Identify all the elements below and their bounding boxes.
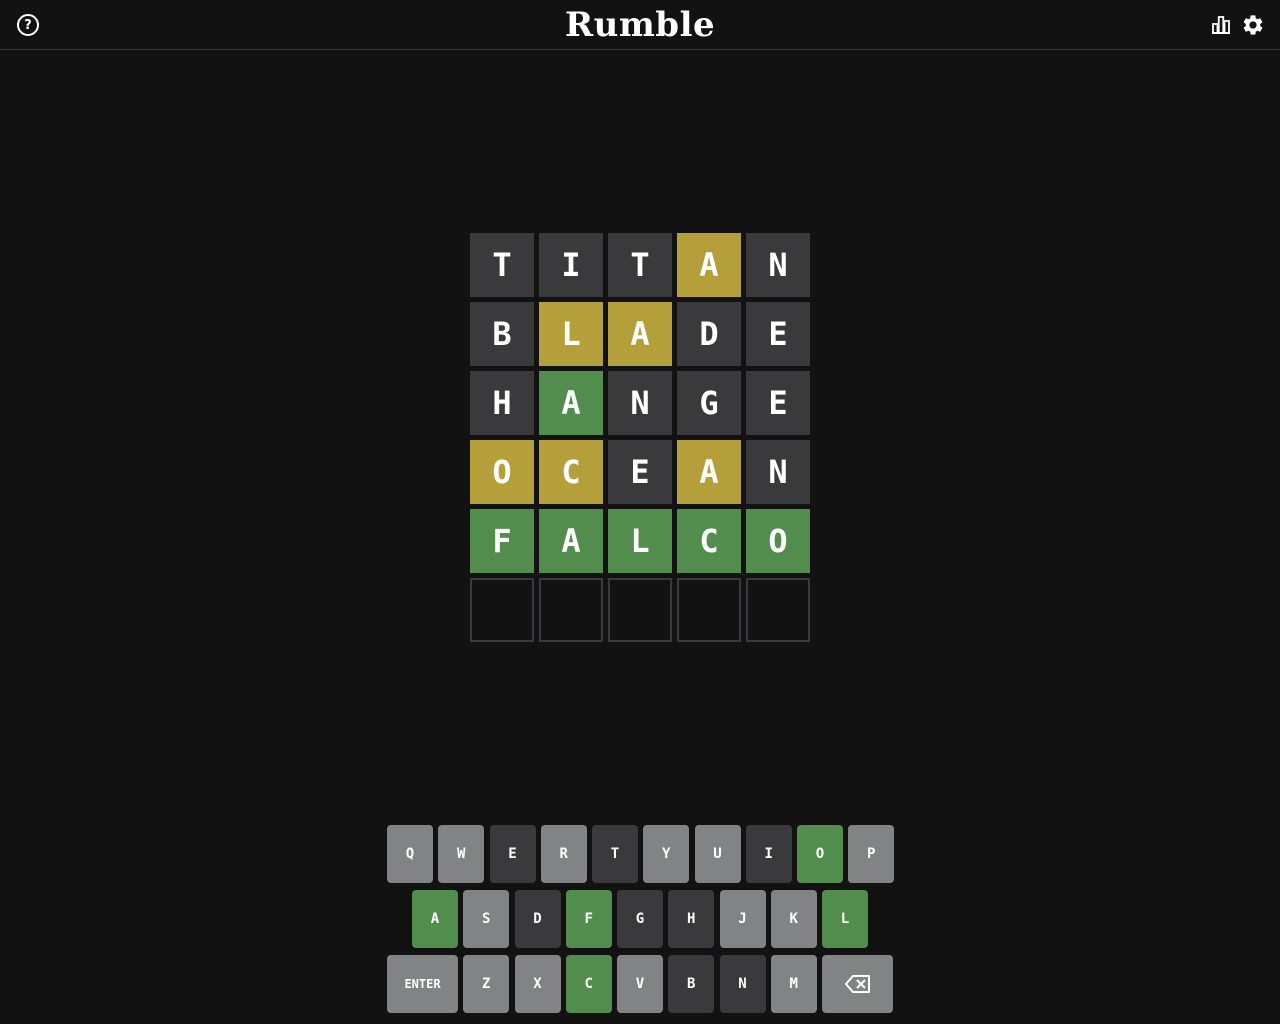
board-tile: A bbox=[539, 509, 603, 573]
key-j[interactable]: J bbox=[719, 890, 766, 948]
board-tile: C bbox=[677, 509, 741, 573]
key-f[interactable]: F bbox=[565, 890, 612, 948]
board-tile: C bbox=[539, 440, 603, 504]
game-board: TITANBLADEHANGEOCEANFALCO bbox=[470, 233, 810, 642]
board-tile: A bbox=[539, 371, 603, 435]
key-q[interactable]: Q bbox=[387, 825, 433, 883]
board-tile: E bbox=[746, 302, 810, 366]
key-w[interactable]: W bbox=[438, 825, 485, 883]
board-tile: O bbox=[470, 440, 534, 504]
board-tile: O bbox=[746, 509, 810, 573]
board-tile: N bbox=[608, 371, 672, 435]
key-p[interactable]: P bbox=[848, 825, 895, 883]
key-i[interactable]: I bbox=[745, 825, 792, 883]
board-tile: A bbox=[677, 233, 741, 297]
stats-icon[interactable] bbox=[1209, 13, 1233, 37]
key-x[interactable]: X bbox=[514, 955, 561, 1013]
board-tile: A bbox=[608, 302, 672, 366]
key-v[interactable]: V bbox=[617, 955, 663, 1013]
key-g[interactable]: G bbox=[617, 890, 663, 948]
board-tile: N bbox=[746, 440, 810, 504]
on-screen-keyboard: Q W E R T Y U I O P A S D F G H J K L ENTER Z X C V B N M bbox=[387, 825, 895, 1020]
key-o[interactable]: O bbox=[797, 825, 843, 883]
key-d[interactable]: D bbox=[514, 890, 561, 948]
board-tile: L bbox=[539, 302, 603, 366]
board-tile: E bbox=[608, 440, 672, 504]
board-tile: L bbox=[608, 509, 672, 573]
keyboard-row: ENTER Z X C V B N M bbox=[387, 955, 893, 1013]
key-k[interactable]: K bbox=[770, 890, 817, 948]
board-tile: F bbox=[470, 509, 534, 573]
key-t[interactable]: T bbox=[592, 825, 638, 883]
board-tile bbox=[539, 578, 603, 642]
backspace-key[interactable] bbox=[822, 955, 893, 1013]
board-tile: N bbox=[746, 233, 810, 297]
key-e[interactable]: E bbox=[489, 825, 536, 883]
key-h[interactable]: H bbox=[668, 890, 715, 948]
key-c[interactable]: C bbox=[565, 955, 612, 1013]
board-tile: T bbox=[608, 233, 672, 297]
key-s[interactable]: S bbox=[463, 890, 510, 948]
header-bar: ? Rumble bbox=[0, 0, 1280, 50]
key-m[interactable]: M bbox=[770, 955, 817, 1013]
board-tile: E bbox=[746, 371, 810, 435]
board-tile: A bbox=[677, 440, 741, 504]
keyboard-row: QWERTYUIOP bbox=[387, 825, 895, 883]
key-u[interactable]: U bbox=[694, 825, 741, 883]
gear-icon[interactable] bbox=[1241, 13, 1265, 37]
keyboard-row: ASDFGHJKL bbox=[387, 890, 893, 948]
key-l[interactable]: L bbox=[822, 890, 868, 948]
key-r[interactable]: R bbox=[540, 825, 587, 883]
board-tile bbox=[470, 578, 534, 642]
help-icon[interactable]: ? bbox=[17, 14, 39, 36]
key-z[interactable]: Z bbox=[463, 955, 510, 1013]
key-y[interactable]: Y bbox=[643, 825, 690, 883]
key-n[interactable]: N bbox=[719, 955, 766, 1013]
board-tile bbox=[746, 578, 810, 642]
backspace-icon bbox=[844, 975, 870, 993]
enter-key[interactable]: ENTER bbox=[387, 955, 458, 1013]
board-tile: D bbox=[677, 302, 741, 366]
board-tile: T bbox=[470, 233, 534, 297]
key-a[interactable]: A bbox=[412, 890, 458, 948]
board-tile: I bbox=[539, 233, 603, 297]
board-tile: H bbox=[470, 371, 534, 435]
page-title: Rumble bbox=[564, 5, 716, 45]
key-b[interactable]: B bbox=[668, 955, 715, 1013]
board-tile: B bbox=[470, 302, 534, 366]
board-tile bbox=[677, 578, 741, 642]
board-tile bbox=[608, 578, 672, 642]
board-tile: G bbox=[677, 371, 741, 435]
